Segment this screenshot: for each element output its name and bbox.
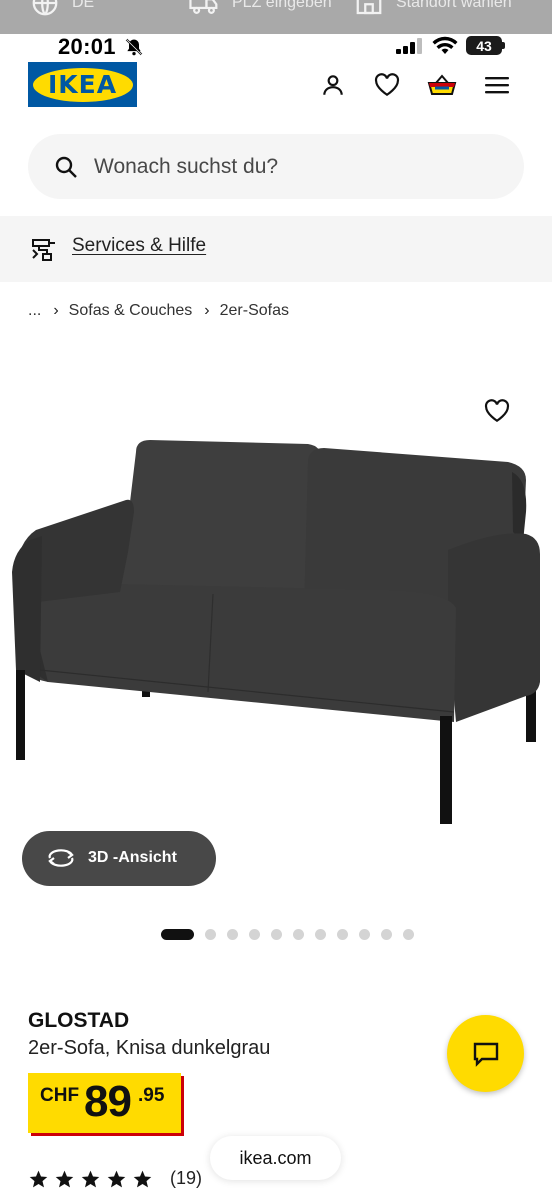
- rotate-3d-icon: [48, 849, 74, 867]
- cart-button[interactable]: [427, 70, 457, 100]
- battery-cap: [502, 42, 505, 49]
- product-description: 2er-Sofa, Knisa dunkelgrau: [28, 1037, 271, 1059]
- favorites-button[interactable]: [372, 70, 402, 100]
- chat-button[interactable]: [447, 1015, 524, 1092]
- carousel-dot[interactable]: [227, 929, 238, 940]
- zip-selector[interactable]: PLZ eingeben: [188, 0, 332, 18]
- carousel-dot[interactable]: [293, 929, 304, 940]
- carousel-dot[interactable]: [249, 929, 260, 940]
- menu-button[interactable]: [482, 70, 512, 100]
- wifi-icon: [432, 36, 458, 54]
- price-currency: CHF: [40, 1085, 80, 1106]
- search-bar[interactable]: [28, 134, 524, 199]
- hamburger-menu-icon: [485, 77, 509, 94]
- breadcrumb-item-sofas[interactable]: Sofas & Couches: [69, 302, 193, 320]
- carousel-dot[interactable]: [315, 929, 326, 940]
- star-icon: [55, 1170, 74, 1187]
- bell-muted-icon: [125, 38, 143, 56]
- carousel-dot[interactable]: [359, 929, 370, 940]
- ikea-logo[interactable]: IKEA: [28, 62, 137, 107]
- product-image[interactable]: [8, 432, 548, 832]
- heart-icon: [374, 73, 400, 97]
- site-header: IKEA: [0, 60, 552, 116]
- account-button[interactable]: [318, 70, 348, 100]
- basket-icon: [427, 74, 457, 95]
- services-banner[interactable]: Services & Hilfe: [0, 216, 552, 282]
- star-icon: [81, 1170, 100, 1187]
- logo-wordmark: IKEA: [47, 70, 118, 99]
- signal-icon: [396, 38, 422, 54]
- language-label: DE: [72, 0, 95, 11]
- carousel-indicator[interactable]: [161, 929, 425, 940]
- price-tag: CHF 89 .95: [28, 1073, 181, 1133]
- image-favorite-button[interactable]: [482, 396, 512, 426]
- location-bar: DE PLZ eingeben Standort wählen: [0, 0, 552, 34]
- browser-url-bar[interactable]: ikea.com: [210, 1136, 341, 1180]
- logo-oval: IKEA: [32, 67, 133, 102]
- search-icon: [55, 156, 77, 178]
- breadcrumb: ... › Sofas & Couches › 2er-Sofas: [28, 300, 289, 322]
- carousel-dot[interactable]: [271, 929, 282, 940]
- search-input[interactable]: [94, 134, 494, 199]
- services-link[interactable]: Services & Hilfe: [72, 235, 206, 257]
- carousel-dot[interactable]: [205, 929, 216, 940]
- tools-icon: [32, 239, 55, 261]
- carousel-dot[interactable]: [337, 929, 348, 940]
- store-icon: [356, 0, 382, 15]
- star-icon: [133, 1170, 152, 1187]
- carousel-dot[interactable]: [161, 929, 194, 940]
- store-selector[interactable]: Standort wählen: [354, 0, 512, 18]
- product-name: GLOSTAD: [28, 1009, 130, 1032]
- language-selector[interactable]: DE: [30, 0, 94, 18]
- star-icon: [107, 1170, 126, 1187]
- battery-indicator: 43: [466, 36, 502, 55]
- globe-icon: [32, 0, 58, 16]
- chevron-right-icon: ›: [53, 302, 59, 319]
- star-icon: [29, 1170, 48, 1187]
- status-bar: 20:01 43: [0, 34, 552, 60]
- store-label: Standort wählen: [396, 0, 512, 11]
- status-time: 20:01: [58, 34, 116, 59]
- carousel-dot[interactable]: [403, 929, 414, 940]
- 3d-view-label: 3D -Ansicht: [88, 849, 177, 866]
- price-decimal: .95: [138, 1085, 165, 1106]
- zip-label: PLZ eingeben: [232, 0, 332, 11]
- breadcrumb-ellipsis[interactable]: ...: [28, 302, 41, 320]
- 3d-view-button[interactable]: 3D -Ansicht: [22, 831, 216, 886]
- user-icon: [323, 75, 343, 95]
- chevron-right-icon: ›: [204, 302, 210, 319]
- truck-icon: [189, 0, 218, 14]
- breadcrumb-item-2er-sofas[interactable]: 2er-Sofas: [220, 302, 289, 320]
- heart-icon: [484, 399, 510, 423]
- rating-count: (19): [170, 1168, 203, 1188]
- price-integer: 89: [84, 1077, 132, 1126]
- product-rating[interactable]: (19): [28, 1168, 202, 1189]
- chat-icon: [473, 1042, 498, 1067]
- carousel-dot[interactable]: [381, 929, 392, 940]
